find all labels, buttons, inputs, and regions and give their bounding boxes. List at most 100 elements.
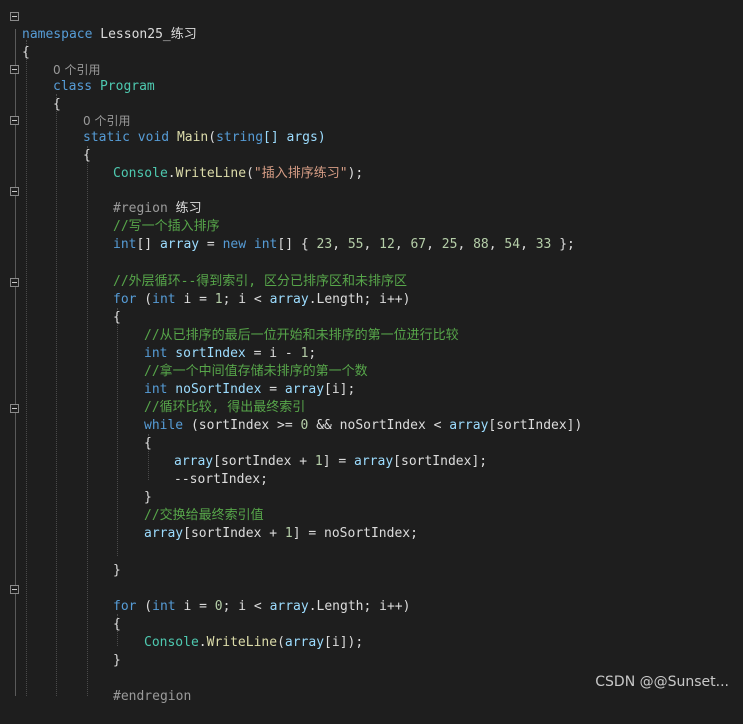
region-name: 练习 [167,201,202,216]
code-line[interactable]: namespace Lesson25_练习 [0,8,197,42]
variable: array [269,292,309,307]
code-line[interactable]: //拿一个中间值存储未排序的第一个数 [0,345,368,379]
variable: array [284,382,325,397]
code-line[interactable]: static void Main(string[] args) [0,111,326,145]
code-line[interactable]: //写一个插入排序 [0,200,220,234]
code-line[interactable]: //从已排序的最后一位开始和未排序的第一位进行比较 [0,309,459,343]
code-line[interactable]: while (sortIndex >= 0 && noSortIndex < a… [0,399,582,433]
number-literal: 1 [314,454,323,469]
keyword: int [152,292,176,307]
keyword: int [113,237,137,252]
punct: && noSortIndex < [308,418,450,433]
number-literal: 1 [214,292,223,307]
variable: array [354,454,394,469]
comment: //循环比较, 得出最终索引 [144,400,306,415]
punct: ] = [322,454,355,469]
indent-guide [87,146,88,696]
punct: [] { [277,237,317,252]
code-line[interactable]: array[sortIndex + 1] = array[sortIndex]; [0,435,487,469]
keyword: while [144,418,184,433]
code-line[interactable]: } [0,471,152,505]
code-line[interactable]: Console.WriteLine("插入排序练习"); [0,147,363,181]
variable: array [449,418,489,433]
punct: ( [277,635,285,650]
codelens-references[interactable]: 0 个引用 [0,43,100,77]
method-name: WriteLine [206,635,278,650]
punct: [sortIndex]; [393,454,488,469]
comment: //拿一个中间值存储未排序的第一个数 [144,364,368,379]
brace: { [113,617,121,632]
variable: sortIndex [167,346,246,361]
indent-guide [56,94,57,696]
variable: array [174,454,214,469]
indent-guide [117,308,118,556]
keyword: new [222,237,247,252]
code-editor[interactable]: namespace Lesson25_练习 { 0 个引用 class Prog… [0,0,743,704]
punct: ; [308,346,317,361]
code-line[interactable]: --sortIndex; [0,453,268,487]
punct: [sortIndex + [183,526,285,541]
code-line[interactable]: int[] array = new int[] { 23, 55, 12, 67… [0,218,575,252]
punct: = i - [245,346,301,361]
code-line[interactable]: int noSortIndex = array[i]; [0,363,355,397]
punct: ); [347,166,364,181]
code-line[interactable]: #region 练习 [0,182,202,216]
code-line[interactable]: { [0,598,121,632]
variable: array [144,526,184,541]
codelens-references[interactable]: 0 个引用 [0,94,130,128]
code-line[interactable]: class Program [0,60,155,94]
comment: //交换给最终索引值 [144,508,264,523]
punct: i = [175,599,215,614]
punct: .Length; i++) [308,292,411,307]
code-line[interactable]: #endregion [0,670,191,704]
brace: } [113,653,121,668]
code-line[interactable]: //外层循环--得到索引, 区分已排序区和未排序区 [0,255,407,289]
comment: //从已排序的最后一位开始和未排序的第一位进行比较 [144,328,459,343]
code-line[interactable]: { [0,417,152,451]
code-line[interactable]: for (int i = 1; i < array.Length; i++) [0,273,410,307]
codelens-text[interactable]: 0 个引用 [53,61,100,79]
number-literal: 1 [284,526,293,541]
variable: array [159,237,200,252]
keyword: int [144,346,168,361]
namespace-name: Lesson25_练习 [92,27,197,42]
method-name: WriteLine [175,166,247,181]
brace: } [144,490,152,505]
punct: ; i < [222,599,270,614]
preprocessor: #region [113,201,168,216]
number-literal: 25 [441,237,458,252]
code-line[interactable]: //循环比较, 得出最终索引 [0,381,305,415]
punct: }; [551,237,575,252]
punct: . [198,635,207,650]
code-line[interactable]: } [0,634,121,668]
string-literal: "插入排序练习" [253,166,348,181]
variable: array [284,635,325,650]
code-line[interactable]: { [0,291,121,325]
punct: ; i < [222,292,270,307]
code-line[interactable]: array[sortIndex + 1] = noSortIndex; [0,507,418,541]
punct: [i]; [324,382,356,397]
number-literal: 55 [347,237,364,252]
code-line[interactable]: for (int i = 0; i < array.Length; i++) [0,580,410,614]
code-line[interactable]: int sortIndex = i - 1; [0,327,316,361]
watermark: CSDN @@Sunset... [595,674,729,690]
brace: } [113,563,121,578]
number-literal: 23 [316,237,333,252]
code-line[interactable]: } [0,544,121,578]
punct: = [261,382,285,397]
variable: noSortIndex [167,382,262,397]
number-literal: 54 [504,237,521,252]
punct: (sortIndex >= [183,418,301,433]
codelens-text[interactable]: 0 个引用 [83,112,130,130]
class-name: Program [99,79,155,94]
method-name: Main [176,130,209,145]
punct: .Length; i++) [308,599,411,614]
code-line[interactable]: //交换给最终索引值 [0,489,264,523]
code-line[interactable]: Console.WriteLine(array[i]); [0,616,363,650]
code-line[interactable]: { [0,26,31,60]
keyword: string [216,130,264,145]
punct: ] = noSortIndex; [292,526,418,541]
code-line[interactable]: { [0,129,91,163]
keyword: for [113,292,137,307]
punct: [] [136,237,160,252]
